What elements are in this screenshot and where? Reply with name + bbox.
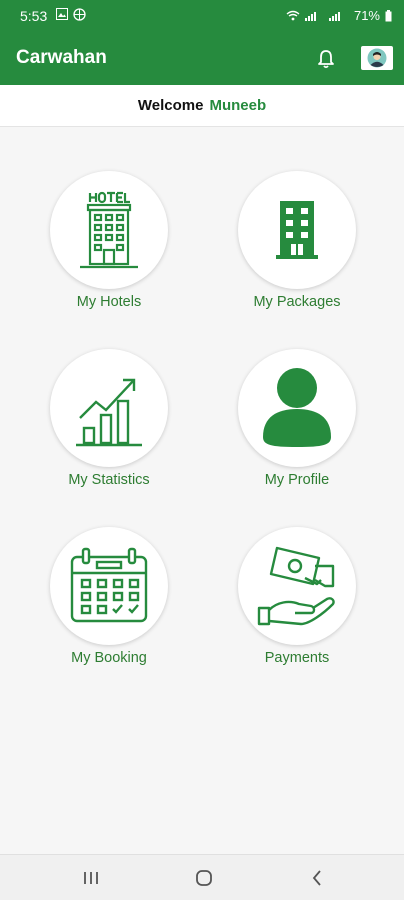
profile-person-icon [263, 368, 331, 447]
welcome-username: Muneeb [209, 97, 267, 114]
tile-label: My Profile [264, 472, 330, 488]
tile-circle [50, 349, 168, 467]
welcome-bar: Welcome Muneeb [0, 85, 404, 127]
globe-icon [73, 8, 86, 21]
tile-circle [50, 527, 168, 645]
tile-circle [238, 349, 356, 467]
tile-label: My Statistics [68, 472, 150, 488]
tile-label: My Booking [71, 650, 147, 666]
tile-circle [238, 171, 356, 289]
building-icon [276, 201, 318, 259]
app-title: Carwahan [16, 47, 107, 68]
menu-tile-my-hotels[interactable]: My Hotels [34, 171, 184, 311]
home-button[interactable] [189, 865, 219, 891]
avatar-button[interactable] [361, 46, 393, 70]
statistics-chart-icon [76, 378, 142, 447]
status-left-icons [56, 8, 86, 21]
battery-icon [385, 9, 392, 21]
calendar-icon [70, 547, 148, 623]
tile-label: My Hotels [76, 294, 142, 310]
status-time: 5:53 [20, 8, 48, 24]
welcome-label: Welcome [137, 97, 204, 114]
tile-label: Payments [264, 650, 330, 666]
menu-tile-my-profile[interactable]: My Profile [222, 349, 372, 489]
notification-button[interactable] [314, 46, 338, 72]
recent-apps-icon [84, 872, 98, 884]
system-navigation-bar [0, 854, 404, 900]
status-right-icons: 71% [286, 8, 392, 23]
menu-tile-my-packages[interactable]: My Packages [222, 171, 372, 311]
tile-circle [50, 171, 168, 289]
status-bar: 5:53 71% [0, 0, 404, 33]
menu-tile-payments[interactable]: Payments [222, 527, 372, 667]
battery-percent: 71% [353, 8, 380, 23]
back-icon [312, 870, 321, 886]
back-button[interactable] [302, 865, 332, 891]
home-icon [196, 870, 212, 886]
hotel-icon [80, 191, 138, 269]
payment-hands-icon [257, 546, 335, 626]
wifi-icon [286, 10, 300, 21]
app-bar: Carwahan [0, 33, 404, 85]
avatar-icon [367, 48, 387, 68]
signal-icon [304, 12, 340, 21]
bell-icon [318, 50, 334, 69]
gallery-icon [56, 8, 68, 20]
tile-circle [238, 527, 356, 645]
tile-label: My Packages [253, 294, 341, 310]
menu-tile-my-booking[interactable]: My Booking [34, 527, 184, 667]
menu-tile-my-statistics[interactable]: My Statistics [34, 349, 184, 489]
recent-apps-button[interactable] [76, 865, 106, 891]
